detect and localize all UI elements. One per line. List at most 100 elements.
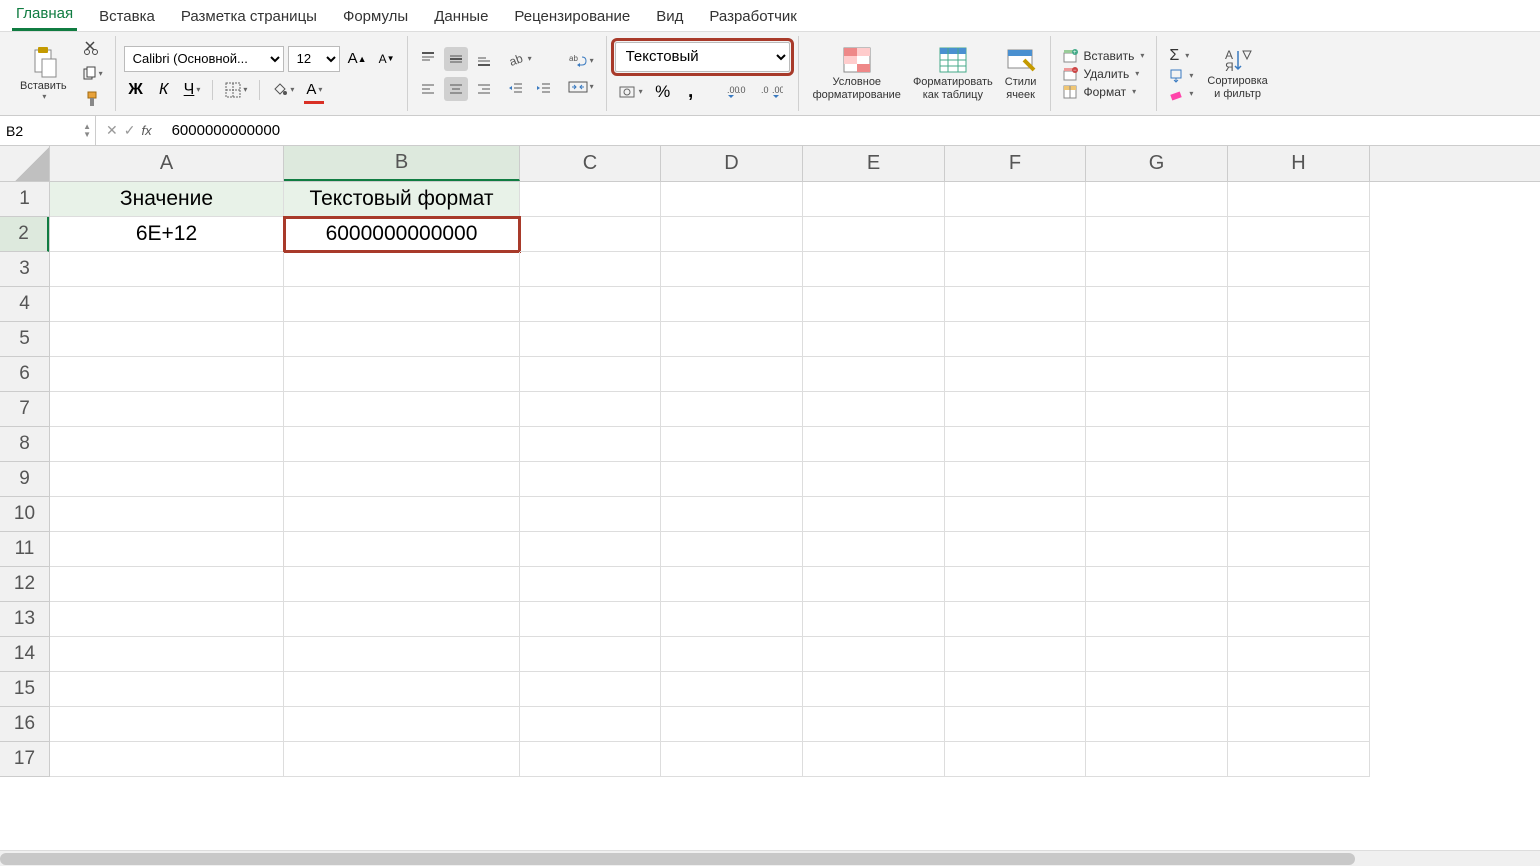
number-format-combo[interactable]: Текстовый — [615, 42, 790, 72]
font-color-button[interactable]: А▾ — [302, 78, 326, 102]
cell-B14[interactable] — [284, 637, 520, 672]
tab-2[interactable]: Разметка страницы — [177, 2, 321, 31]
percent-button[interactable]: % — [651, 80, 675, 104]
confirm-formula-button[interactable]: ✓ — [124, 122, 136, 139]
row-header-4[interactable]: 4 — [0, 287, 49, 322]
cell-B12[interactable] — [284, 567, 520, 602]
row-header-13[interactable]: 13 — [0, 602, 49, 637]
cell-D5[interactable] — [661, 322, 803, 357]
cell-B17[interactable] — [284, 742, 520, 777]
cell-C17[interactable] — [520, 742, 661, 777]
cell-D7[interactable] — [661, 392, 803, 427]
cell-F4[interactable] — [945, 287, 1086, 322]
cell-D11[interactable] — [661, 532, 803, 567]
cell-E12[interactable] — [803, 567, 945, 602]
row-header-17[interactable]: 17 — [0, 742, 49, 777]
cell-C9[interactable] — [520, 462, 661, 497]
row-header-1[interactable]: 1 — [0, 182, 49, 217]
formula-input[interactable]: 6000000000000 — [162, 122, 1540, 139]
cell-styles-button[interactable]: Стили ячеек — [999, 36, 1043, 112]
cell-A6[interactable] — [50, 357, 284, 392]
cell-C3[interactable] — [520, 252, 661, 287]
cell-F14[interactable] — [945, 637, 1086, 672]
cell-B3[interactable] — [284, 252, 520, 287]
cell-C14[interactable] — [520, 637, 661, 672]
cell-F1[interactable] — [945, 182, 1086, 217]
tab-0[interactable]: Главная — [12, 0, 77, 31]
tab-7[interactable]: Разработчик — [705, 2, 800, 31]
fill-button[interactable]: ▾ — [1165, 68, 1197, 84]
cell-E9[interactable] — [803, 462, 945, 497]
format-cells-button[interactable]: Формат▾ — [1059, 84, 1140, 100]
cell-G2[interactable] — [1086, 217, 1228, 252]
cell-F2[interactable] — [945, 217, 1086, 252]
cell-D17[interactable] — [661, 742, 803, 777]
cell-F3[interactable] — [945, 252, 1086, 287]
cell-H13[interactable] — [1228, 602, 1370, 637]
cell-F8[interactable] — [945, 427, 1086, 462]
cell-D13[interactable] — [661, 602, 803, 637]
row-header-7[interactable]: 7 — [0, 392, 49, 427]
decrease-indent-button[interactable] — [504, 77, 528, 101]
cell-A5[interactable] — [50, 322, 284, 357]
cell-E1[interactable] — [803, 182, 945, 217]
row-header-16[interactable]: 16 — [0, 707, 49, 742]
cell-B7[interactable] — [284, 392, 520, 427]
clear-button[interactable]: ▾ — [1165, 86, 1197, 102]
cell-H14[interactable] — [1228, 637, 1370, 672]
cell-H11[interactable] — [1228, 532, 1370, 567]
align-center-button[interactable] — [444, 77, 468, 101]
cell-G11[interactable] — [1086, 532, 1228, 567]
cell-D8[interactable] — [661, 427, 803, 462]
cell-B2[interactable]: 6000000000000 — [284, 217, 520, 252]
align-top-button[interactable] — [416, 47, 440, 71]
insert-cells-button[interactable]: +Вставить▾ — [1059, 48, 1148, 64]
cut-button[interactable] — [80, 36, 104, 60]
cell-C12[interactable] — [520, 567, 661, 602]
font-name-combo[interactable]: Calibri (Основной... — [124, 46, 284, 72]
name-box-spin[interactable]: ▲▼ — [83, 123, 91, 139]
column-header-G[interactable]: G — [1086, 146, 1228, 181]
cell-A16[interactable] — [50, 707, 284, 742]
cell-D15[interactable] — [661, 672, 803, 707]
column-header-D[interactable]: D — [661, 146, 803, 181]
column-header-E[interactable]: E — [803, 146, 945, 181]
row-header-15[interactable]: 15 — [0, 672, 49, 707]
tab-6[interactable]: Вид — [652, 2, 687, 31]
cell-B1[interactable]: Текстовый формат — [284, 182, 520, 217]
cell-B16[interactable] — [284, 707, 520, 742]
cell-G4[interactable] — [1086, 287, 1228, 322]
row-header-14[interactable]: 14 — [0, 637, 49, 672]
cell-G6[interactable] — [1086, 357, 1228, 392]
row-header-11[interactable]: 11 — [0, 532, 49, 567]
decrease-font-button[interactable]: A▼ — [375, 47, 399, 71]
cell-E6[interactable] — [803, 357, 945, 392]
sort-filter-button[interactable]: АЯ Сортировка и фильтр — [1201, 36, 1273, 112]
cell-H1[interactable] — [1228, 182, 1370, 217]
wrap-text-button[interactable]: ab▾ — [564, 49, 598, 73]
cell-B10[interactable] — [284, 497, 520, 532]
fill-color-button[interactable]: ▾ — [268, 78, 298, 102]
cell-D2[interactable] — [661, 217, 803, 252]
cell-C11[interactable] — [520, 532, 661, 567]
row-header-6[interactable]: 6 — [0, 357, 49, 392]
cell-G1[interactable] — [1086, 182, 1228, 217]
cell-A3[interactable] — [50, 252, 284, 287]
cell-E2[interactable] — [803, 217, 945, 252]
align-left-button[interactable] — [416, 77, 440, 101]
tab-3[interactable]: Формулы — [339, 2, 412, 31]
cell-F17[interactable] — [945, 742, 1086, 777]
cell-G15[interactable] — [1086, 672, 1228, 707]
cell-E17[interactable] — [803, 742, 945, 777]
column-header-H[interactable]: H — [1228, 146, 1370, 181]
borders-button[interactable]: ▾ — [221, 78, 251, 102]
cell-D12[interactable] — [661, 567, 803, 602]
bold-button[interactable]: Ж — [124, 78, 148, 102]
autosum-button[interactable]: Σ▾ — [1165, 46, 1193, 66]
cell-G17[interactable] — [1086, 742, 1228, 777]
copy-button[interactable]: ▾ — [77, 62, 107, 86]
cell-H2[interactable] — [1228, 217, 1370, 252]
row-header-2[interactable]: 2 — [0, 217, 49, 252]
cell-H16[interactable] — [1228, 707, 1370, 742]
format-painter-button[interactable] — [80, 87, 104, 111]
